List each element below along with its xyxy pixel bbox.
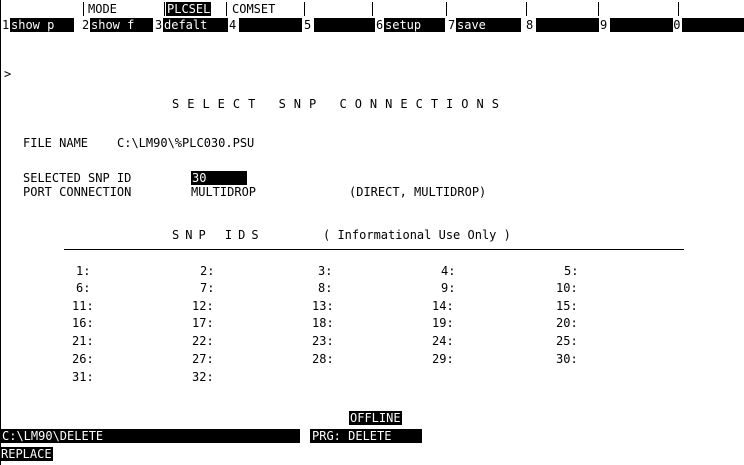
snp-id-entry[interactable]: 23: [312,334,392,348]
fkey-number: 7 [448,18,456,32]
page-title: SELECT SNP CONNECTIONS [172,97,507,111]
port-connection-value[interactable]: MULTIDROP [191,185,256,199]
snp-id-entry[interactable]: 10: [556,281,636,295]
fkey-label [314,18,375,32]
fkey-10[interactable]: 10 [666,18,744,32]
snp-id-entry[interactable]: 19: [432,316,512,330]
status-mode: OFFLINE [349,411,402,425]
file-name-value: C:\LM90\%PLC030.PSU [117,136,255,150]
snp-id-entry[interactable]: 7: [200,281,280,295]
fkey-number: 2 [82,18,90,32]
snp-ids-note: ( Informational Use Only ) [323,228,511,242]
snp-id-entry[interactable]: 17: [192,316,272,330]
fkey-number: 10 [666,18,681,32]
snp-id-entry[interactable]: 27: [192,352,272,366]
fkey-label [536,18,599,32]
fkey-label [239,18,302,32]
file-name-label: FILE NAME [23,136,89,150]
fkey-4[interactable]: 4 [229,18,302,32]
selected-snp-label: SELECTED SNP ID [23,171,132,185]
snp-id-entry[interactable]: 32: [192,370,272,384]
snp-id-entry[interactable]: 6: [76,281,156,295]
separator [598,2,599,16]
snp-id-entry[interactable]: 26: [72,352,152,366]
snp-id-entry[interactable]: 9: [441,281,521,295]
snp-ids-title: SNP IDS [172,228,265,242]
fkey-number: 4 [229,18,237,32]
fkey-label [610,18,673,32]
status-path: C:\LM90\DELETE [0,429,300,443]
snp-id-entry[interactable]: 18: [312,316,392,330]
fkey-1[interactable]: 1 show p [2,18,74,32]
snp-id-entry[interactable]: 12: [192,299,272,313]
fkey-label: show p [10,18,74,32]
snp-id-entry[interactable]: 8: [318,281,398,295]
separator [164,2,165,16]
snp-id-entry[interactable]: 24: [432,334,512,348]
port-connection-label: PORT CONNECTION [23,185,132,199]
snp-id-entry[interactable]: 25: [556,334,636,348]
fkey-2[interactable]: 2 show f [82,18,153,32]
separator [446,2,447,16]
selected-snp-input[interactable]: 30 [191,171,247,185]
snp-id-entry[interactable]: 13: [312,299,392,313]
fkey-number: 8 [526,18,534,32]
snp-id-entry[interactable]: 20: [556,316,636,330]
snp-id-entry[interactable]: 30: [556,352,636,366]
port-connection-options: (DIRECT, MULTIDROP) [349,185,487,199]
fkey-7[interactable]: 7 save [448,18,524,32]
separator [526,2,527,16]
snp-id-entry[interactable]: 31: [72,370,152,384]
snp-id-entry[interactable]: 3: [318,264,398,278]
snp-id-entry[interactable]: 21: [72,334,152,348]
separator [226,2,227,16]
fkey-label: save [456,18,521,32]
fkey-number: 6 [376,18,384,32]
snp-id-entry[interactable]: 22: [192,334,272,348]
fkey-number: 5 [304,18,312,32]
status-edit-mode: REPLACE [0,447,53,461]
fkey-5[interactable]: 5 [304,18,375,32]
fkey-6[interactable]: 6 setup [376,18,446,32]
comset-label: COMSET [232,2,276,16]
snp-id-entry[interactable]: 29: [432,352,512,366]
snp-id-entry[interactable]: 14: [432,299,512,313]
fkey-label [682,18,744,32]
snp-id-entry[interactable]: 4: [441,264,521,278]
snp-id-entry[interactable]: 28: [312,352,392,366]
fkey-label: setup [384,18,445,32]
fkey-number: 3 [155,18,163,32]
fkey-label: show f [90,18,153,32]
separator [678,2,679,16]
fkey-number: 1 [2,18,10,32]
snp-id-entry[interactable]: 11: [72,299,152,313]
mode-label: MODE [88,2,117,16]
fkey-label: defalt [163,18,228,32]
plcsel-label: PLCSEL [166,2,212,16]
left-border [0,0,1,465]
fkey-3[interactable]: 3 defalt [155,18,229,32]
fkey-8[interactable]: 8 [526,18,599,32]
snp-id-entry[interactable]: 16: [72,316,152,330]
separator [304,2,305,16]
command-prompt[interactable]: > [4,67,11,81]
fkey-number: 9 [600,18,608,32]
separator [372,2,373,16]
snp-id-entry[interactable]: 1: [76,264,156,278]
divider [64,249,684,250]
snp-id-entry[interactable]: 2: [200,264,280,278]
snp-id-entry[interactable]: 5: [564,264,644,278]
separator [83,2,84,16]
status-program: PRG: DELETE [310,429,422,443]
snp-id-entry[interactable]: 15: [556,299,636,313]
